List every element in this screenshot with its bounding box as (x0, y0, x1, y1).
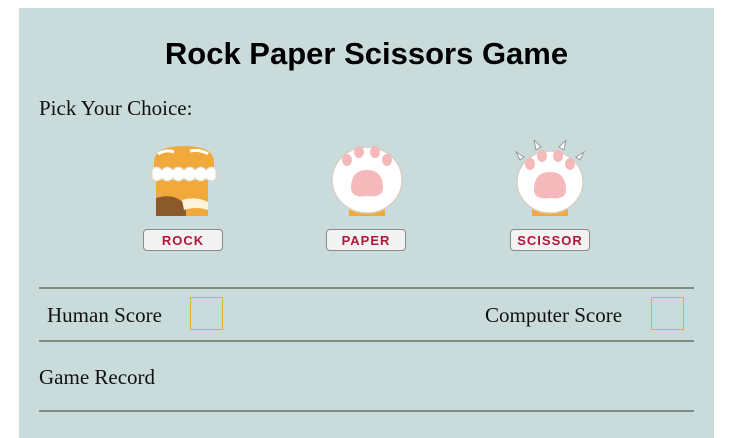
white-cat-paw-claws-icon[interactable] (512, 140, 588, 218)
divider-bottom (39, 410, 694, 412)
human-score-box (190, 297, 223, 330)
game-panel: Rock Paper Scissors Game Pick Your Choic… (19, 8, 714, 438)
orange-cat-paw-closed-icon[interactable] (146, 140, 222, 218)
choice-paper: PAPER (317, 140, 417, 255)
white-cat-paw-open-icon[interactable] (329, 140, 405, 218)
scissor-button[interactable]: SCISSOR (510, 229, 590, 251)
page-title: Rock Paper Scissors Game (164, 36, 569, 71)
computer-score-box (651, 297, 684, 330)
choice-scissor: SCISSOR (500, 140, 600, 255)
divider-top (39, 287, 694, 289)
paper-button[interactable]: PAPER (326, 229, 406, 251)
human-score-label: Human Score (47, 303, 162, 327)
computer-score-label: Computer Score (485, 303, 623, 327)
game-record-label: Game Record (39, 365, 156, 389)
divider-middle (39, 340, 694, 342)
pick-choice-label: Pick Your Choice: (39, 96, 193, 120)
choice-rock: ROCK (134, 140, 234, 255)
rock-button[interactable]: ROCK (143, 229, 223, 251)
